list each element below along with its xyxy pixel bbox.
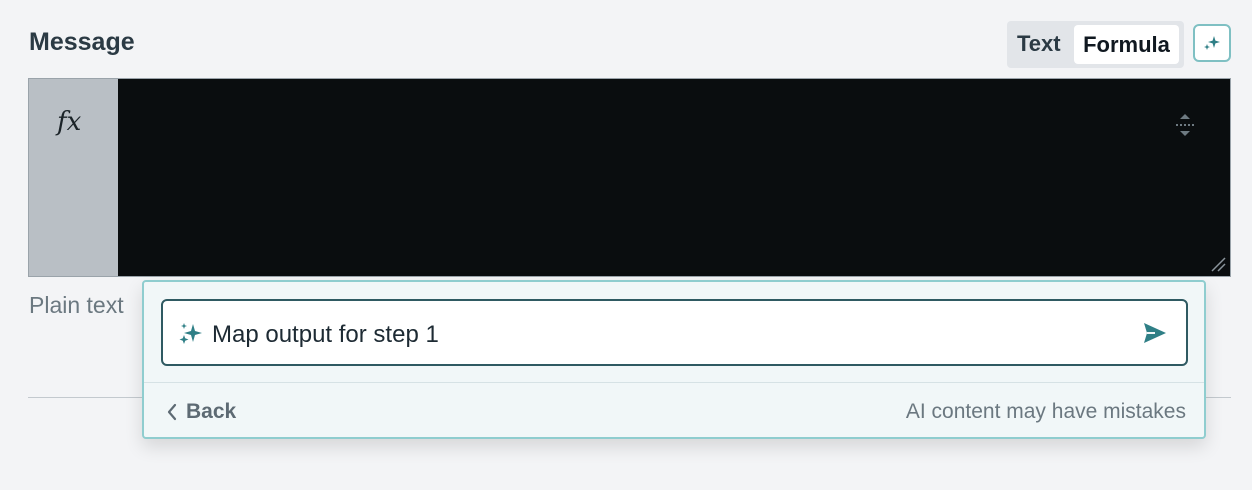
fx-icon: fx [57, 107, 82, 137]
sparkle-icon [179, 323, 202, 344]
send-icon[interactable] [1142, 321, 1168, 345]
chevron-left-icon [167, 403, 177, 421]
resize-handle-icon[interactable] [1210, 256, 1226, 272]
text-mode-option[interactable]: Text [1017, 31, 1061, 57]
popover-footer: Back AI content may have mistakes [144, 382, 1204, 438]
expand-collapse-icon[interactable] [1174, 111, 1196, 139]
ai-prompt-input[interactable]: Map output for step 1 [161, 299, 1188, 366]
helper-text: Plain text [29, 292, 124, 318]
ai-disclaimer: AI content may have mistakes [905, 400, 1186, 423]
back-button[interactable]: Back [166, 400, 236, 424]
ai-assist-button[interactable] [1193, 24, 1231, 62]
sparkle-icon [1204, 36, 1220, 50]
ai-prompt-text: Map output for step 1 [212, 321, 439, 348]
formula-mode-option[interactable]: Formula [1074, 25, 1179, 64]
ai-prompt-popover: Map output for step 1 Back AI content ma… [142, 280, 1206, 439]
field-label: Message [29, 28, 135, 56]
formula-gutter: fx [29, 79, 118, 276]
mode-toggle: Text Formula [1007, 21, 1184, 68]
back-label: Back [186, 400, 237, 423]
formula-editor[interactable]: fx [28, 78, 1231, 277]
